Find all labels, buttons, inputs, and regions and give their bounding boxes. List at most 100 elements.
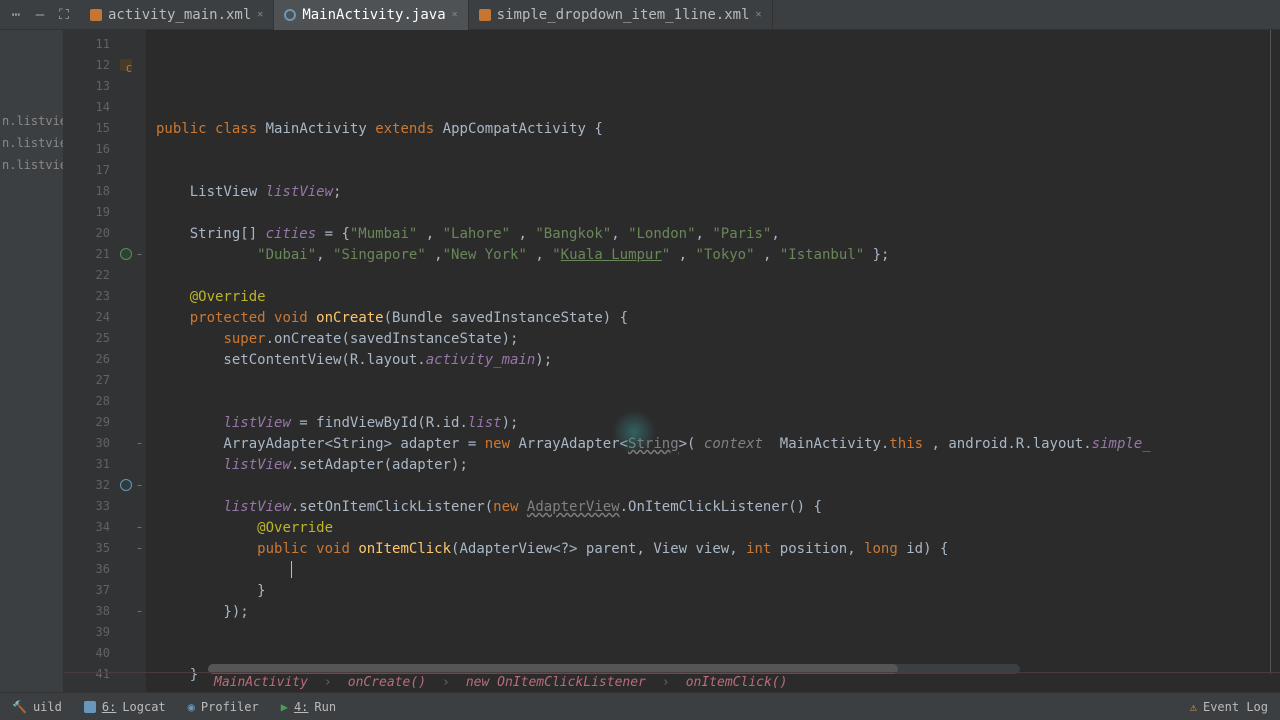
statusbar-logcat[interactable]: 6:Logcat (84, 700, 166, 714)
code-line[interactable]: listView = findViewById(R.id.list); (156, 413, 1280, 434)
tab-label: simple_dropdown_item_1line.xml (497, 7, 750, 23)
code-line[interactable]: super.onCreate(savedInstanceState); (156, 329, 1280, 350)
code-line[interactable] (156, 266, 1280, 287)
code-editor[interactable]: 1112C13141516171819202122232425262728293… (64, 30, 1280, 692)
close-icon[interactable]: ✕ (756, 9, 762, 20)
line-number: 28 (64, 391, 134, 412)
warning-icon: ⚠ (1190, 700, 1197, 714)
minimize-icon[interactable]: — (32, 7, 48, 23)
project-sidebar[interactable]: n.listviewtn.listviewtn.listviewt (0, 30, 64, 692)
fold-toggle-icon[interactable]: − (135, 250, 144, 259)
code-line[interactable]: public class MainActivity extends AppCom… (156, 119, 1280, 140)
code-area[interactable]: public class MainActivity extends AppCom… (146, 30, 1280, 692)
line-number: 27 (64, 370, 134, 391)
fold-toggle-icon[interactable]: − (135, 607, 144, 616)
code-line[interactable]: public void onItemClick(AdapterView<?> p… (156, 539, 1280, 560)
line-number: 21 (64, 244, 134, 265)
project-item[interactable]: n.listviewt (0, 110, 63, 132)
line-number: 23 (64, 286, 134, 307)
code-line[interactable] (156, 161, 1280, 182)
fold-gutter[interactable]: − − − − − − (134, 30, 146, 692)
status-bar: 🔨uild 6:Logcat ◉Profiler ▶4:Run ⚠ Event Log (0, 692, 1280, 720)
tab-activity-main-xml[interactable]: activity_main.xml✕ (80, 0, 274, 30)
java-file-icon (284, 9, 296, 21)
code-line[interactable] (156, 140, 1280, 161)
line-number: 25 (64, 328, 134, 349)
line-number: 29 (64, 412, 134, 433)
right-margin-guide (1270, 30, 1271, 674)
code-line[interactable] (156, 623, 1280, 644)
code-line[interactable]: ArrayAdapter<String> adapter = new Array… (156, 434, 1280, 455)
code-line[interactable]: "Dubai", "Singapore" ,"New York" , "Kual… (156, 245, 1280, 266)
line-number: 11 (64, 34, 134, 55)
code-line[interactable]: }); (156, 602, 1280, 623)
code-line[interactable] (156, 392, 1280, 413)
line-number: 13 (64, 76, 134, 97)
impl-gutter-icon[interactable] (120, 479, 132, 491)
line-number: 33 (64, 496, 134, 517)
statusbar-shortcut: 4: (294, 700, 308, 714)
build-icon: 🔨 (12, 700, 27, 714)
project-item[interactable]: n.listviewt (0, 132, 63, 154)
fold-toggle-icon[interactable]: − (135, 481, 144, 490)
code-line[interactable] (156, 644, 1280, 665)
code-line[interactable] (156, 98, 1280, 119)
chevron-right-icon: › (662, 675, 670, 690)
code-line[interactable] (156, 476, 1280, 497)
project-item[interactable]: n.listviewt (0, 154, 63, 176)
chevron-right-icon: › (324, 675, 332, 690)
breadcrumb-item[interactable]: onItemClick() (686, 675, 788, 690)
breadcrumb-item[interactable]: new OnItemClickListener (466, 675, 646, 690)
statusbar-uild[interactable]: 🔨uild (12, 700, 62, 714)
line-number: 38 (64, 601, 134, 622)
code-line[interactable] (156, 203, 1280, 224)
tab-simple-dropdown-item-1line-xml[interactable]: simple_dropdown_item_1line.xml ✕ (469, 0, 773, 30)
line-number: 31 (64, 454, 134, 475)
override-gutter-icon[interactable] (120, 248, 132, 260)
breadcrumb-item[interactable]: MainActivity (214, 675, 308, 690)
line-number: 37 (64, 580, 134, 601)
code-line[interactable]: @Override (156, 287, 1280, 308)
line-number: 34 (64, 517, 134, 538)
code-line[interactable]: } (156, 581, 1280, 602)
fold-toggle-icon[interactable]: − (135, 439, 144, 448)
line-number: 12C (64, 55, 134, 76)
code-line[interactable] (156, 560, 1280, 581)
code-line[interactable]: listView.setOnItemClickListener(new Adap… (156, 497, 1280, 518)
statusbar-event-log[interactable]: ⚠ Event Log (1190, 700, 1268, 714)
fold-toggle-icon[interactable]: − (135, 544, 144, 553)
line-number: 19 (64, 202, 134, 223)
close-icon[interactable]: ✕ (452, 9, 458, 20)
line-number: 16 (64, 139, 134, 160)
line-number: 22 (64, 265, 134, 286)
fold-toggle-icon[interactable]: − (135, 523, 144, 532)
statusbar-run[interactable]: ▶4:Run (281, 700, 336, 714)
statusbar-label: Logcat (122, 700, 165, 714)
breadcrumb-item[interactable]: onCreate() (348, 675, 426, 690)
statusbar-label: Profiler (201, 700, 259, 714)
code-line[interactable]: @Override (156, 518, 1280, 539)
expand-icon[interactable]: ⛶ (56, 7, 72, 23)
line-number-gutter: 1112C13141516171819202122232425262728293… (64, 30, 134, 692)
code-line[interactable]: String[] cities = {"Mumbai" , "Lahore" ,… (156, 224, 1280, 245)
editor-tabs: activity_main.xml✕MainActivity.java✕simp… (80, 0, 773, 30)
window-controls: ⋯ — ⛶ (0, 7, 80, 23)
line-number: 15 (64, 118, 134, 139)
chevron-right-icon: › (442, 675, 450, 690)
code-line[interactable]: listView.setAdapter(adapter); (156, 455, 1280, 476)
statusbar-label: Event Log (1203, 700, 1268, 714)
code-line[interactable]: setContentView(R.layout.activity_main); (156, 350, 1280, 371)
class-gutter-icon[interactable]: C (120, 59, 132, 71)
breadcrumb[interactable]: MainActivity › onCreate() › new OnItemClickL… (64, 672, 1280, 692)
line-number: 24 (64, 307, 134, 328)
line-number: 18 (64, 181, 134, 202)
line-number: 26 (64, 349, 134, 370)
code-line[interactable]: ListView listView; (156, 182, 1280, 203)
tab-mainactivity-java[interactable]: MainActivity.java✕ (274, 0, 468, 30)
close-icon[interactable]: ✕ (257, 9, 263, 20)
code-line[interactable]: protected void onCreate(Bundle savedInst… (156, 308, 1280, 329)
line-number: 32 (64, 475, 134, 496)
menu-dots-icon[interactable]: ⋯ (8, 7, 24, 23)
statusbar-profiler[interactable]: ◉Profiler (188, 700, 259, 714)
code-line[interactable] (156, 371, 1280, 392)
